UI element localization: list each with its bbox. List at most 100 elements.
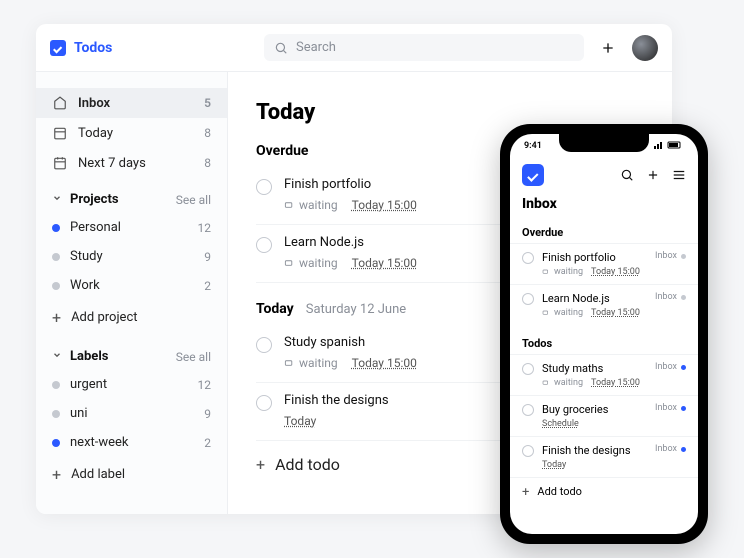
logo-icon [50,40,66,56]
task-checkbox[interactable] [256,179,272,195]
plus-icon: + [52,465,61,484]
task-checkbox[interactable] [256,237,272,253]
task-due[interactable]: Today [284,414,316,428]
task-list: Inbox [655,444,677,454]
task-due[interactable]: Today 15:00 [591,267,640,277]
section-title: Labels [70,349,108,364]
project-color-dot [52,224,60,232]
task-due[interactable]: Today 15:00 [591,308,640,318]
task-list: Inbox [655,292,677,302]
sidebar-item-label: Inbox [78,96,110,111]
app-name: Todos [74,40,112,56]
count-badge: 8 [204,156,211,170]
phone-notch [559,134,649,152]
project-color-dot [52,282,60,290]
task-title: Learn Node.js [542,292,647,305]
search-icon[interactable] [620,168,634,182]
task-tag[interactable]: waiting [284,198,338,212]
project-item[interactable]: Study 9 [36,242,227,271]
app-logo[interactable]: Todos [50,40,112,56]
add-label-button[interactable]: + Add label [36,457,227,492]
task-title: Finish portfolio [542,251,647,264]
phone-task-row[interactable]: Learn Node.js waiting Today 15:00 Inbox [510,284,698,325]
tag-icon [542,268,550,276]
label-item[interactable]: urgent 12 [36,370,227,399]
task-title: Buy groceries [542,403,647,416]
phone-task-row[interactable]: Finish portfolio waiting Today 15:00 Inb… [510,243,698,284]
task-checkbox[interactable] [256,337,272,353]
label-color-dot [52,439,60,447]
label-name: next-week [70,435,129,450]
tag-icon [284,358,295,369]
add-todo-label: Add todo [275,455,340,474]
add-button[interactable] [598,38,618,58]
task-checkbox[interactable] [522,404,534,416]
task-due[interactable]: Today 15:00 [352,256,417,270]
task-tag[interactable]: waiting [284,356,338,370]
labels-header[interactable]: Labels See all [36,335,227,370]
logo-icon[interactable] [522,164,544,186]
task-checkbox[interactable] [522,445,534,457]
sidebar-item-next7[interactable]: Next 7 days 8 [36,148,227,178]
task-due[interactable]: Today 15:00 [352,198,417,212]
sidebar-item-inbox[interactable]: Inbox 5 [36,88,227,118]
list-dot-icon [681,254,686,259]
task-tag[interactable]: waiting [542,308,583,318]
task-checkbox[interactable] [522,363,534,375]
sidebar-item-today[interactable]: Today 8 [36,118,227,148]
label-name: uni [70,406,88,421]
search-input[interactable]: Search [264,34,584,61]
menu-icon[interactable] [672,168,686,182]
task-checkbox[interactable] [522,252,534,264]
phone-add-todo-button[interactable]: + Add todo [510,477,698,507]
project-item[interactable]: Work 2 [36,271,227,300]
avatar[interactable] [632,35,658,61]
phone-task-row[interactable]: Buy groceries Schedule Inbox [510,395,698,436]
label-color-dot [52,410,60,418]
project-item[interactable]: Personal 12 [36,213,227,242]
calendar-week-icon [52,155,68,171]
task-tag[interactable]: waiting [542,267,583,277]
phone-section-heading: Overdue [510,220,698,243]
task-due[interactable]: Today 15:00 [352,356,417,370]
top-bar: Todos Search [36,24,672,72]
project-label: Study [70,249,103,264]
label-name: urgent [70,377,107,392]
task-list: Inbox [655,403,677,413]
task-due[interactable]: Today 15:00 [591,378,640,388]
sidebar-item-label: Next 7 days [78,156,146,171]
task-due[interactable]: Schedule [542,419,579,429]
sidebar-item-label: Today [78,126,113,141]
label-color-dot [52,381,60,389]
phone-section-heading: Todos [510,331,698,354]
task-checkbox[interactable] [256,395,272,411]
list-dot-icon [681,447,686,452]
task-checkbox[interactable] [522,293,534,305]
page-title: Today [256,100,644,125]
list-dot-icon [681,295,686,300]
task-tag[interactable]: waiting [542,378,583,388]
see-all-link[interactable]: See all [176,193,211,207]
label-item[interactable]: next-week 2 [36,428,227,457]
home-icon [52,95,68,111]
project-label: Work [70,278,100,293]
count-badge: 9 [204,407,211,421]
phone-page-title: Inbox [510,196,698,220]
task-due[interactable]: Today [542,460,566,470]
plus-icon: + [522,485,529,500]
project-label: Personal [70,220,121,235]
plus-icon: + [52,308,61,327]
phone-mock: 9:41 Inbox Overdue Finish portfolio wait… [500,124,708,544]
label-item[interactable]: uni 9 [36,399,227,428]
phone-task-row[interactable]: Finish the designs Today Inbox [510,436,698,477]
sidebar: Inbox 5 Today 8 Next 7 days 8 [36,72,228,514]
search-icon [274,41,288,55]
projects-header[interactable]: Projects See all [36,178,227,213]
project-color-dot [52,253,60,261]
chevron-down-icon [52,192,62,207]
add-project-button[interactable]: + Add project [36,300,227,335]
plus-icon[interactable] [646,168,660,182]
phone-task-row[interactable]: Study maths waiting Today 15:00 Inbox [510,354,698,395]
see-all-link[interactable]: See all [176,350,211,364]
task-tag[interactable]: waiting [284,256,338,270]
